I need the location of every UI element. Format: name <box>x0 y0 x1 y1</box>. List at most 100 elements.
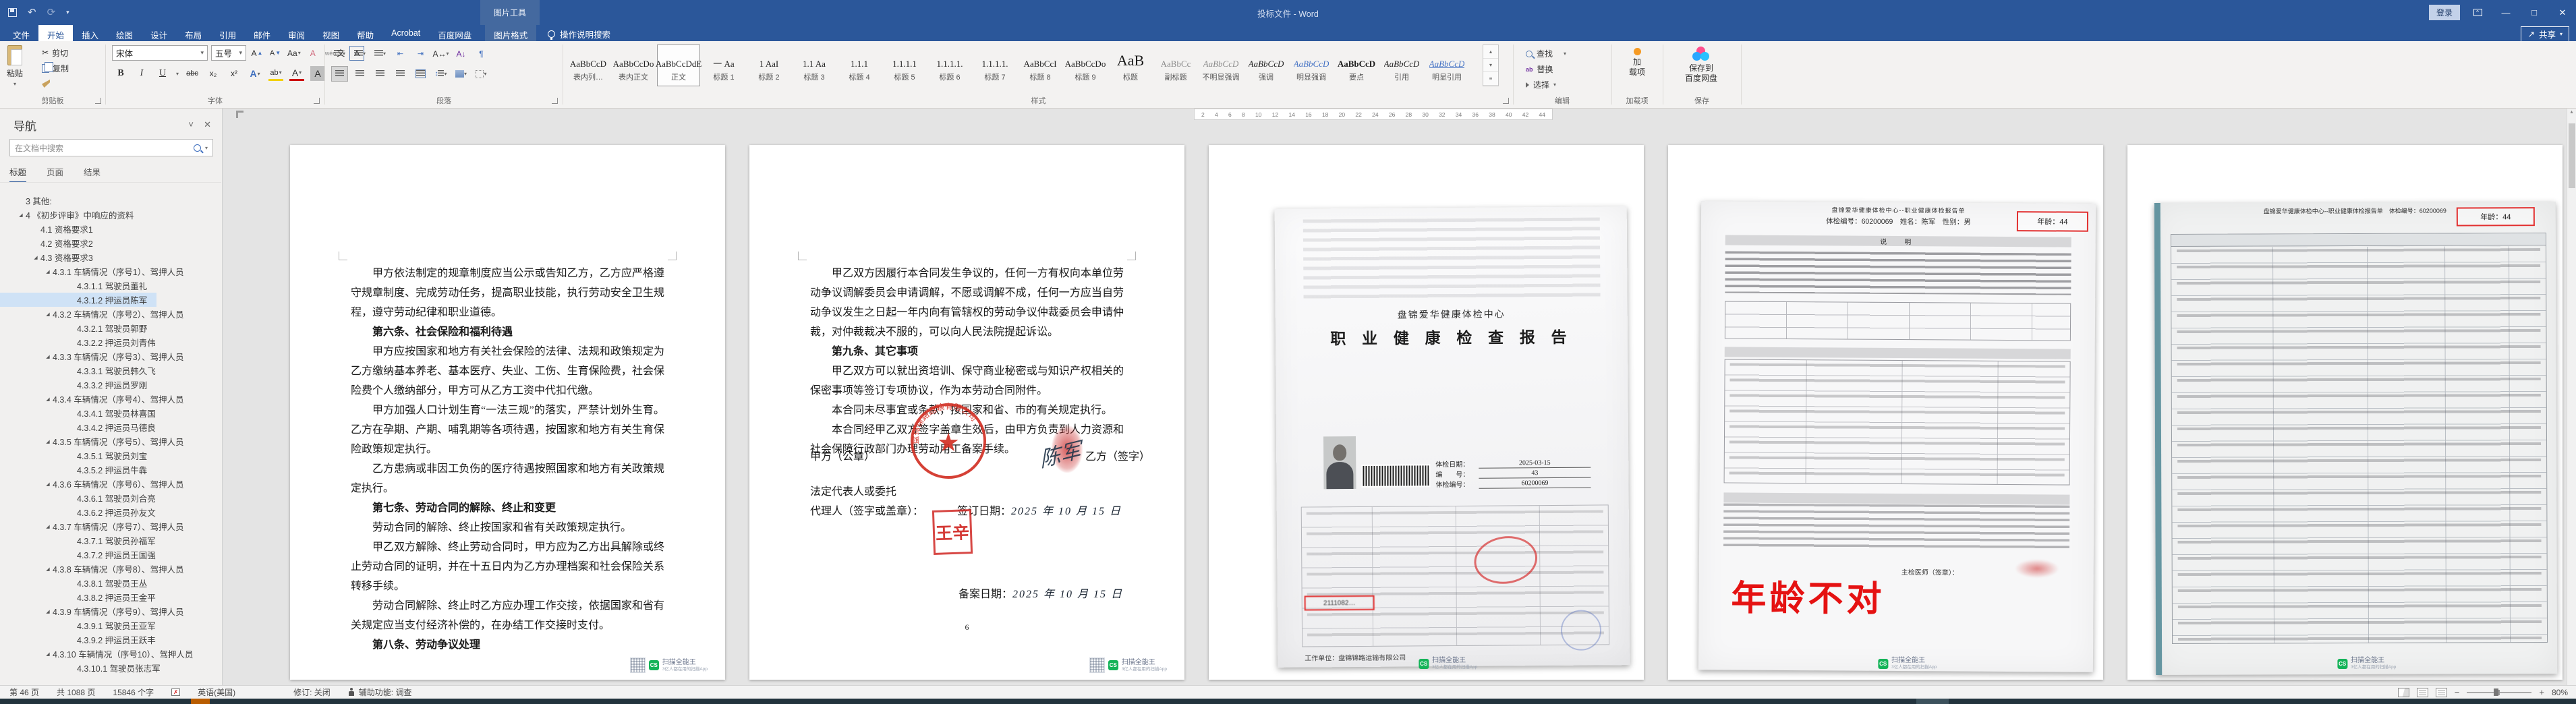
document-page-3[interactable]: 盘锦爱华健康体检中心 职 业 健 康 检 查 报 告 体检日期： 2025-03-… <box>1209 145 1644 680</box>
strikethrough-button[interactable]: abc <box>185 66 200 81</box>
status-word-count[interactable]: 15846 个字 <box>113 686 154 698</box>
nav-tree-item[interactable]: 4.3.8 车辆情况（序号8）、驾押人员 <box>0 562 221 576</box>
expand-arrow-icon[interactable] <box>43 397 53 402</box>
distribute-button[interactable] <box>413 67 428 81</box>
font-size-combo[interactable]: 五号 <box>211 45 246 61</box>
close-button[interactable]: ✕ <box>2552 3 2573 22</box>
styles-dialog-launcher[interactable] <box>1503 98 1509 104</box>
read-mode-button[interactable] <box>2397 687 2409 697</box>
format-painter-button[interactable] <box>42 77 69 90</box>
nav-tree-item[interactable]: 4.3.6.1 驾驶员刘合亮 <box>0 491 221 505</box>
nav-tree-item[interactable]: 4.3.5 车辆情况（序号5）、驾押人员 <box>0 434 221 448</box>
scrollbar-thumb[interactable] <box>2569 123 2575 188</box>
copy-button[interactable]: 复制 <box>42 61 69 75</box>
nav-tree-item[interactable]: 4.3.2.2 押运员刘青伟 <box>0 335 221 349</box>
ribbon-tab[interactable]: 插入 <box>73 25 107 41</box>
clipboard-dialog-launcher[interactable] <box>95 98 101 104</box>
save-to-netdisk-button[interactable]: 保存到 百度网盘 <box>1674 47 1728 84</box>
status-language[interactable]: 英语(美国) <box>198 686 235 698</box>
vertical-scrollbar[interactable]: ▴ <box>2567 109 2576 685</box>
style-chip[interactable]: AaBbCcD 明显引用 <box>1425 45 1468 86</box>
font-color-button[interactable]: A ▾ <box>289 66 305 81</box>
justify-button[interactable] <box>393 67 408 81</box>
nav-tree-item[interactable]: 4.3.8.1 驾驶员王丛 <box>0 576 221 590</box>
style-chip[interactable]: 1.1.1.1 标题 5 <box>883 45 926 86</box>
style-chip[interactable]: AaBbCcD 要点 <box>1335 45 1378 86</box>
tell-me-search[interactable]: 操作说明搜索 <box>548 28 610 40</box>
expand-arrow-icon[interactable] <box>43 481 53 487</box>
nav-tree-item[interactable]: 4.3.4.1 驾驶员林喜国 <box>0 406 221 420</box>
expand-arrow-icon[interactable] <box>43 524 53 529</box>
nav-tree-item[interactable]: 4.3.4 车辆情况（序号4）、驾押人员 <box>0 392 221 406</box>
web-layout-button[interactable] <box>2435 687 2447 697</box>
nav-tree-item[interactable]: 4.3.6 车辆情况（序号6）、驾押人员 <box>0 477 221 491</box>
ribbon-tab[interactable]: 审阅 <box>279 25 314 41</box>
status-track-changes[interactable]: 修订: 关闭 <box>293 686 331 698</box>
expand-arrow-icon[interactable] <box>43 312 53 317</box>
nav-tab[interactable]: 标题 <box>9 165 27 183</box>
zoom-slider[interactable] <box>2467 688 2532 696</box>
align-left-button[interactable] <box>331 66 348 82</box>
align-center-button[interactable] <box>352 67 368 81</box>
style-chip[interactable]: AaB 标题 <box>1109 45 1152 86</box>
ribbon-tab[interactable]: 引用 <box>210 25 245 41</box>
expand-arrow-icon[interactable] <box>43 269 53 274</box>
styles-gallery-scroll[interactable]: ▴ ▾ ≡ <box>1483 45 1499 86</box>
expand-arrow-icon[interactable] <box>16 212 26 218</box>
style-chip[interactable]: 1.1 Aa 标题 3 <box>793 45 836 86</box>
expand-arrow-icon[interactable] <box>43 354 53 359</box>
bold-button[interactable]: B <box>113 66 128 81</box>
ribbon-tab[interactable]: 开始 <box>38 25 74 41</box>
align-right-button[interactable] <box>372 67 388 81</box>
ribbon-display-options-button[interactable]: ^ <box>2467 3 2488 22</box>
clear-formatting-button[interactable]: A <box>306 46 320 61</box>
zoom-slider-thumb[interactable] <box>2494 688 2499 696</box>
cut-button[interactable]: ✂ 剪切 <box>42 46 69 59</box>
ribbon-tab[interactable]: 绘图 <box>107 25 142 41</box>
highlight-color-button[interactable]: ab ▾ <box>268 66 284 81</box>
zoom-out-button[interactable]: − <box>2455 687 2460 697</box>
subscript-button[interactable]: x₂ <box>206 66 221 81</box>
ribbon-tab[interactable]: 邮件 <box>245 25 279 41</box>
shading-button[interactable]: ▾ <box>453 67 469 81</box>
style-chip[interactable]: AaBbCcD 引用 <box>1380 45 1423 86</box>
nav-chevron-icon[interactable]: ˅ <box>188 119 194 129</box>
nav-tree-item[interactable]: 4.3.9.1 驾驶员王亚军 <box>0 618 221 633</box>
nav-tree-item[interactable]: 4.3.1 车辆情况（序号1）、驾押人员 <box>0 264 221 278</box>
expand-arrow-icon[interactable] <box>43 566 53 572</box>
ribbon-tab[interactable]: Acrobat <box>382 25 429 41</box>
ribbon-tab[interactable]: 文件 <box>4 25 38 41</box>
horizontal-ruler[interactable]: 2 4 6 8 10 12 14 16 18 20 22 24 26 28 30 32 34 36 38 40 42 44 <box>1194 109 1553 120</box>
expand-arrow-icon[interactable] <box>43 651 53 657</box>
decrease-indent-button[interactable]: ⇤ <box>393 47 408 61</box>
ribbon-tab[interactable]: 布局 <box>176 25 210 41</box>
nav-tree-item[interactable]: 4.3.1.1 驾驶员董礼 <box>0 278 221 293</box>
nav-tree-item[interactable]: 4.3.3 车辆情况（序号3）、驾押人员 <box>0 349 221 363</box>
login-button[interactable]: 登录 <box>2428 5 2460 20</box>
ribbon-tab[interactable]: 视图 <box>314 25 348 41</box>
document-page-1[interactable]: 甲方依法制定的规章制度应当公示或告知乙方，乙方应严格遵守规章制度、完成劳动任务，… <box>290 145 725 680</box>
style-chip[interactable]: AaBbCcD 不明显强调 <box>1199 45 1242 86</box>
nav-tree-item[interactable]: 4.3.4.2 押运员马德良 <box>0 420 221 434</box>
ribbon-tab[interactable]: 图片格式 <box>485 25 537 41</box>
underline-button[interactable]: U <box>155 66 170 81</box>
style-chip[interactable]: AaBbCc 副标题 <box>1154 45 1197 86</box>
nav-tree-item[interactable]: 4.3.7.2 押运员王国强 <box>0 548 221 562</box>
nav-tab[interactable]: 结果 <box>84 165 101 183</box>
borders-button[interactable]: ▾ <box>474 67 489 81</box>
nav-close-icon[interactable]: ✕ <box>204 119 211 130</box>
style-chip[interactable]: 1.1.1 标题 4 <box>838 45 881 86</box>
nav-tab[interactable]: 页面 <box>47 165 63 183</box>
ribbon-tab[interactable]: 设计 <box>142 25 176 41</box>
paste-button[interactable]: 粘贴 ▾ <box>7 45 23 87</box>
replace-button[interactable]: ab 替换 <box>1526 62 1566 76</box>
undo-icon[interactable]: ↶ <box>28 6 36 18</box>
ribbon-tab[interactable]: 帮助 <box>348 25 382 41</box>
shrink-font-button[interactable]: A ▼ <box>268 46 283 61</box>
nav-tree-item[interactable]: 4.3.6.2 押运员孙友文 <box>0 505 221 519</box>
style-chip[interactable]: 1.1.1.1. 标题 7 <box>973 45 1017 86</box>
grow-font-button[interactable]: A ▲ <box>250 46 264 61</box>
expand-arrow-icon[interactable] <box>31 255 40 260</box>
nav-tree-item[interactable]: 4.3.10.1 驾驶员张志军 <box>0 661 221 675</box>
font-name-combo[interactable]: 宋体 <box>112 45 208 61</box>
